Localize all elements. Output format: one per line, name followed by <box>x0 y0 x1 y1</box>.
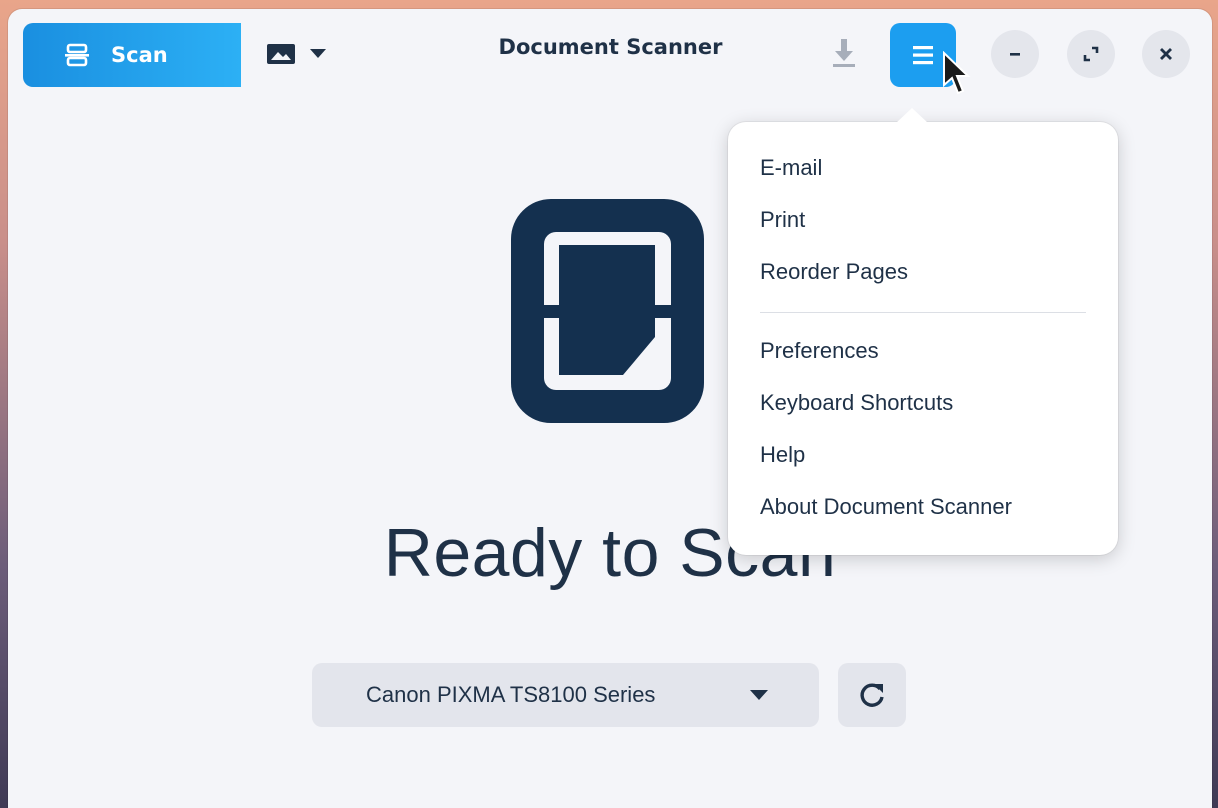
close-icon <box>1160 48 1172 60</box>
mouse-cursor-icon <box>943 51 971 95</box>
download-button[interactable] <box>824 31 864 75</box>
menu-item-reorder-pages[interactable]: Reorder Pages <box>760 259 908 285</box>
refresh-icon <box>860 683 884 707</box>
app-window: Scan Document Scanner Ready to Scan Cano… <box>8 9 1212 808</box>
menu-item-preferences[interactable]: Preferences <box>760 338 879 364</box>
header-bar: Scan Document Scanner <box>8 9 1212 101</box>
refresh-button[interactable] <box>838 663 906 727</box>
chevron-down-icon <box>750 690 768 700</box>
minimize-icon <box>1010 53 1020 56</box>
document-scanner-logo-icon <box>511 199 704 423</box>
menu-item-help[interactable]: Help <box>760 442 805 468</box>
maximize-button[interactable] <box>1067 30 1115 78</box>
maximize-icon <box>1083 46 1099 62</box>
menu-item-keyboard-shortcuts[interactable]: Keyboard Shortcuts <box>760 390 953 416</box>
hamburger-menu-icon <box>913 46 933 65</box>
download-icon <box>833 39 855 67</box>
window-title: Document Scanner <box>498 35 723 59</box>
menu-separator <box>760 312 1086 313</box>
image-icon <box>267 44 295 64</box>
scan-type-dropdown[interactable] <box>254 31 338 77</box>
menu-item-print[interactable]: Print <box>760 207 805 233</box>
menu-item-about[interactable]: About Document Scanner <box>760 494 1012 520</box>
popover-arrow <box>896 108 928 123</box>
scanner-device-dropdown[interactable]: Canon PIXMA TS8100 Series <box>312 663 819 727</box>
scan-button[interactable]: Scan <box>23 23 241 87</box>
scanner-icon <box>65 43 89 67</box>
scanner-device-label: Canon PIXMA TS8100 Series <box>366 682 656 707</box>
minimize-button[interactable] <box>991 30 1039 78</box>
close-button[interactable] <box>1142 30 1190 78</box>
menu-item-email[interactable]: E-mail <box>760 155 822 181</box>
scan-button-label: Scan <box>111 43 168 67</box>
chevron-down-icon <box>310 49 326 58</box>
main-menu-popover: E-mail Print Reorder Pages Preferences K… <box>728 108 1118 555</box>
